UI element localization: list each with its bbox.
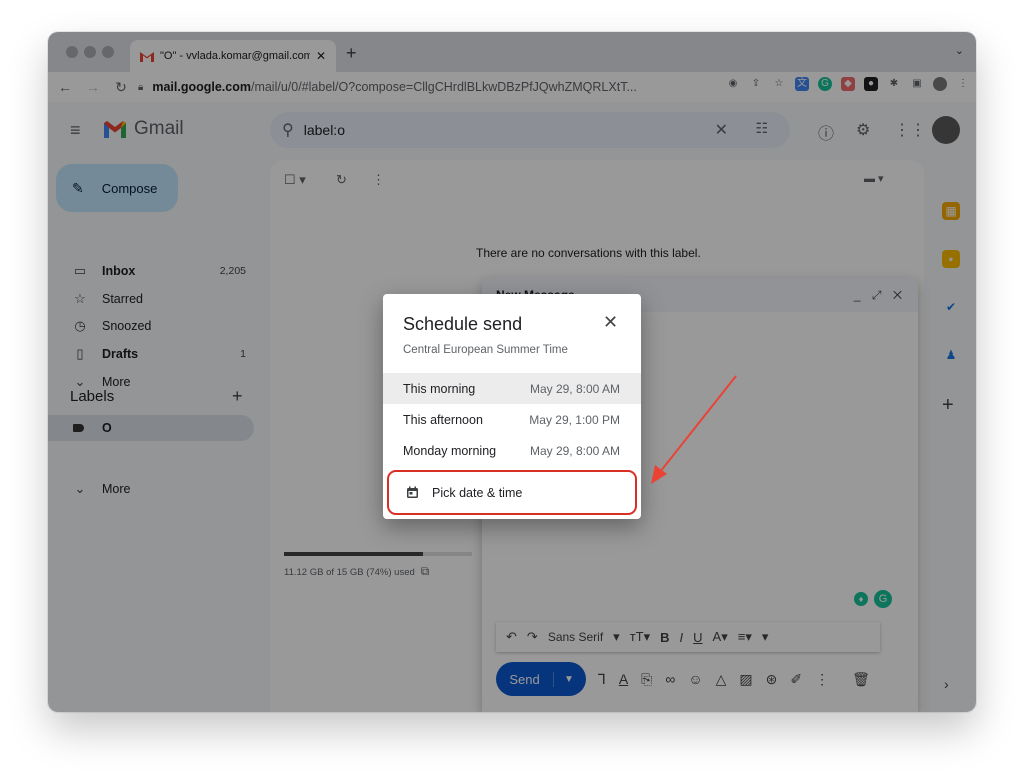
pick-date-time-option[interactable]: Pick date & time [387,470,637,515]
dialog-title: Schedule send [403,314,523,334]
dialog-close-icon[interactable]: ✕ [603,312,618,333]
browser-window: "O" - vvlada.komar@gmail.com ✕ + ⌄ ← → ↻… [48,32,976,712]
option-time: May 29, 1:00 PM [529,412,620,427]
option-this-afternoon[interactable]: This afternoon May 29, 1:00 PM [383,404,641,435]
option-label: This afternoon [403,412,483,427]
dialog-timezone: Central European Summer Time [403,344,568,356]
option-time: May 29, 8:00 AM [529,443,620,458]
option-label: This morning [403,381,476,396]
pick-date-time-label: Pick date & time [432,485,523,500]
calendar-icon [407,486,418,498]
option-time: May 29, 8:00 AM [529,381,620,396]
option-monday-morning[interactable]: Monday morning May 29, 8:00 AM [383,435,641,466]
option-label: Monday morning [403,443,497,458]
option-this-morning[interactable]: This morning May 29, 8:00 AM [383,373,641,404]
schedule-send-dialog: Schedule send ✕ Central European Summer … [383,294,641,519]
